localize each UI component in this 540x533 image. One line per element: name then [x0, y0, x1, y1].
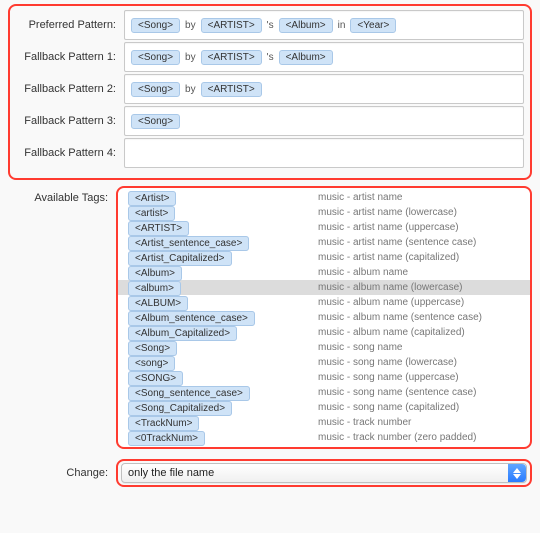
change-select-value: only the file name [128, 467, 214, 479]
tag-token[interactable]: <0TrackNum> [128, 431, 205, 446]
pattern-token[interactable]: <Song> [131, 18, 180, 33]
pattern-separator: by [184, 84, 197, 95]
preferred-pattern-input[interactable]: <Song> by <ARTIST> 's <Album> in<Year> [124, 10, 524, 40]
pattern-separator: in [337, 20, 347, 31]
fallback2-pattern-input[interactable]: <Song> by <ARTIST> [124, 74, 524, 104]
tag-description: music - song name (uppercase) [318, 372, 520, 383]
tag-row[interactable]: <ARTIST> music - artist name (uppercase) [118, 220, 530, 235]
change-label: Change: [8, 467, 116, 479]
tag-description: music - album name (uppercase) [318, 297, 520, 308]
tag-description: music - album name [318, 267, 520, 278]
tag-row[interactable]: <Song_Capitalized> music - song name (cap… [118, 400, 530, 415]
fallback1-row: Fallback Pattern 1: <Song> by <ARTIST> 's <A… [16, 42, 524, 72]
tag-description: music - album name (lowercase) [318, 282, 520, 293]
pattern-separator: 's [266, 20, 275, 31]
tag-row[interactable]: <TrackNum> music - track number [118, 415, 530, 430]
available-tags-label: Available Tags: [8, 186, 116, 204]
pattern-token[interactable]: <Year> [350, 18, 396, 33]
fallback3-label: Fallback Pattern 3: [16, 115, 124, 127]
fallback1-label: Fallback Pattern 1: [16, 51, 124, 63]
tag-token[interactable]: <Song_Capitalized> [128, 401, 232, 416]
tag-token[interactable]: <Artist_sentence_case> [128, 236, 249, 251]
tag-row[interactable]: <Album> music - album name [118, 265, 530, 280]
tag-description: music - track number [318, 417, 520, 428]
fallback3-row: Fallback Pattern 3: <Song> [16, 106, 524, 136]
tag-token[interactable]: <ALBUM> [128, 296, 188, 311]
fallback4-row: Fallback Pattern 4: [16, 138, 524, 168]
tag-token[interactable]: <Album_sentence_case> [128, 311, 255, 326]
tag-row[interactable]: <Song_sentence_case> music - song name (s… [118, 385, 530, 400]
tag-description: music - song name (lowercase) [318, 357, 520, 368]
tag-description: music - artist name (capitalized) [318, 252, 520, 263]
tag-row[interactable]: <Artist_Capitalized> music - artist name … [118, 250, 530, 265]
available-tags-list[interactable]: <Artist> music - artist name <artist> music… [116, 186, 532, 449]
tag-description: music - album name (capitalized) [318, 327, 520, 338]
tag-token[interactable]: <SONG> [128, 371, 183, 386]
change-select[interactable]: only the file name [121, 463, 527, 483]
tag-row[interactable]: <Album_sentence_case> music - album name … [118, 310, 530, 325]
tag-row[interactable]: <SONG> music - song name (uppercase) [118, 370, 530, 385]
tag-row[interactable]: <ALBUM> music - album name (uppercase) [118, 295, 530, 310]
tag-row[interactable]: <Song> music - song name [118, 340, 530, 355]
pattern-separator: by [184, 52, 197, 63]
tag-row[interactable]: <song> music - song name (lowercase) [118, 355, 530, 370]
change-row: Change: only the file name [8, 459, 532, 487]
tag-row[interactable]: <album> music - album name (lowercase) [118, 280, 530, 295]
pattern-token[interactable]: <ARTIST> [201, 50, 262, 65]
tag-token[interactable]: <Artist_Capitalized> [128, 251, 232, 266]
tag-token[interactable]: <Album_Capitalized> [128, 326, 237, 341]
pattern-token[interactable]: <Album> [279, 18, 333, 33]
fallback1-pattern-input[interactable]: <Song> by <ARTIST> 's <Album> [124, 42, 524, 72]
fallback3-pattern-input[interactable]: <Song> [124, 106, 524, 136]
tag-token[interactable]: <Song> [128, 341, 177, 356]
tag-description: music - song name [318, 342, 520, 353]
tag-token[interactable]: <album> [128, 281, 181, 296]
tag-description: music - song name (capitalized) [318, 402, 520, 413]
pattern-token[interactable]: <Song> [131, 114, 180, 129]
pattern-group: Preferred Pattern: <Song> by <ARTIST> 's <Al… [8, 4, 532, 180]
tag-token[interactable]: <artist> [128, 206, 175, 221]
change-highlight: only the file name [116, 459, 532, 487]
preferred-label: Preferred Pattern: [16, 19, 124, 31]
fallback2-label: Fallback Pattern 2: [16, 83, 124, 95]
preferred-pattern-row: Preferred Pattern: <Song> by <ARTIST> 's <Al… [16, 10, 524, 40]
pattern-token[interactable]: <Song> [131, 50, 180, 65]
tag-description: music - track number (zero padded) [318, 432, 520, 443]
tag-row[interactable]: <Artist> music - artist name [118, 190, 530, 205]
pattern-token[interactable]: <ARTIST> [201, 82, 262, 97]
tag-token[interactable]: <Artist> [128, 191, 176, 206]
tag-token[interactable]: <song> [128, 356, 175, 371]
tag-token[interactable]: <TrackNum> [128, 416, 199, 431]
tag-token[interactable]: <Song_sentence_case> [128, 386, 250, 401]
tag-description: music - artist name [318, 192, 520, 203]
fallback4-label: Fallback Pattern 4: [16, 147, 124, 159]
pattern-token[interactable]: <ARTIST> [201, 18, 262, 33]
pattern-token[interactable]: <Song> [131, 82, 180, 97]
tag-row[interactable]: <Album_Capitalized> music - album name (c… [118, 325, 530, 340]
fallback4-pattern-input[interactable] [124, 138, 524, 168]
tag-description: music - artist name (uppercase) [318, 222, 520, 233]
pattern-token[interactable]: <Album> [279, 50, 333, 65]
tag-description: music - artist name (sentence case) [318, 237, 520, 248]
pattern-separator: by [184, 20, 197, 31]
tag-row[interactable]: <artist> music - artist name (lowercase) [118, 205, 530, 220]
tag-description: music - album name (sentence case) [318, 312, 520, 323]
available-tags-row: Available Tags: <Artist> music - artist n… [8, 186, 532, 449]
tag-token[interactable]: <Album> [128, 266, 182, 281]
tag-description: music - song name (sentence case) [318, 387, 520, 398]
tag-token[interactable]: <ARTIST> [128, 221, 189, 236]
pattern-separator: 's [266, 52, 275, 63]
tag-row[interactable]: <Artist_sentence_case> music - artist nam… [118, 235, 530, 250]
fallback2-row: Fallback Pattern 2: <Song> by <ARTIST> [16, 74, 524, 104]
tag-description: music - artist name (lowercase) [318, 207, 520, 218]
tag-row[interactable]: <0TrackNum> music - track number (zero pa… [118, 430, 530, 445]
updown-arrows-icon [508, 464, 526, 482]
